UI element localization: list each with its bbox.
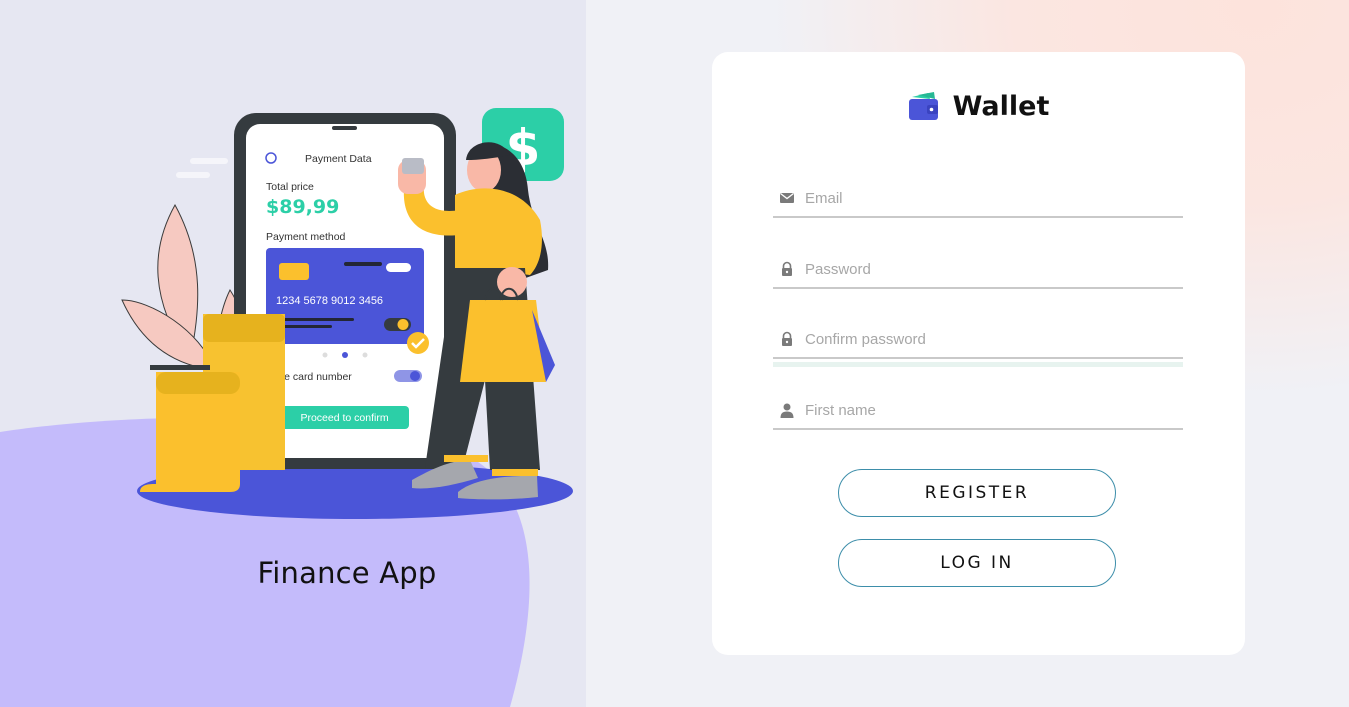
left-panel: Payment Data Total price $89,99 Payment … [0, 0, 586, 707]
total-value: $89,99 [266, 196, 339, 218]
mail-icon [780, 192, 794, 203]
password-input[interactable] [803, 255, 1177, 283]
register-button[interactable]: REGISTER [838, 469, 1116, 517]
email-field [773, 180, 1183, 218]
method-label: Payment method [266, 231, 346, 243]
confirm-password-field [773, 321, 1183, 359]
first-name-input[interactable] [803, 396, 1177, 424]
password-strength-bar [773, 362, 1183, 367]
login-button[interactable]: LOG IN [838, 539, 1116, 587]
person-icon [780, 403, 794, 418]
tagline: Finance App [257, 556, 437, 590]
lock-icon [782, 331, 792, 346]
first-name-field [773, 392, 1183, 430]
password-field [773, 251, 1183, 289]
brand: Wallet [712, 86, 1245, 126]
proceed-label: Proceed to confirm [300, 412, 388, 424]
lock-icon [782, 261, 792, 276]
wallet-icon [908, 92, 938, 120]
confirm-password-input[interactable] [803, 325, 1177, 353]
card-number: 1234 5678 9012 3456 [276, 295, 383, 307]
email-input[interactable] [803, 184, 1177, 212]
brand-name: Wallet [952, 90, 1050, 122]
register-card: Wallet REGISTER LOG IN [712, 52, 1245, 655]
finance-illustration: Payment Data Total price $89,99 Payment … [121, 108, 573, 519]
phone-header: Payment Data [305, 153, 372, 165]
total-label: Total price [266, 181, 314, 193]
